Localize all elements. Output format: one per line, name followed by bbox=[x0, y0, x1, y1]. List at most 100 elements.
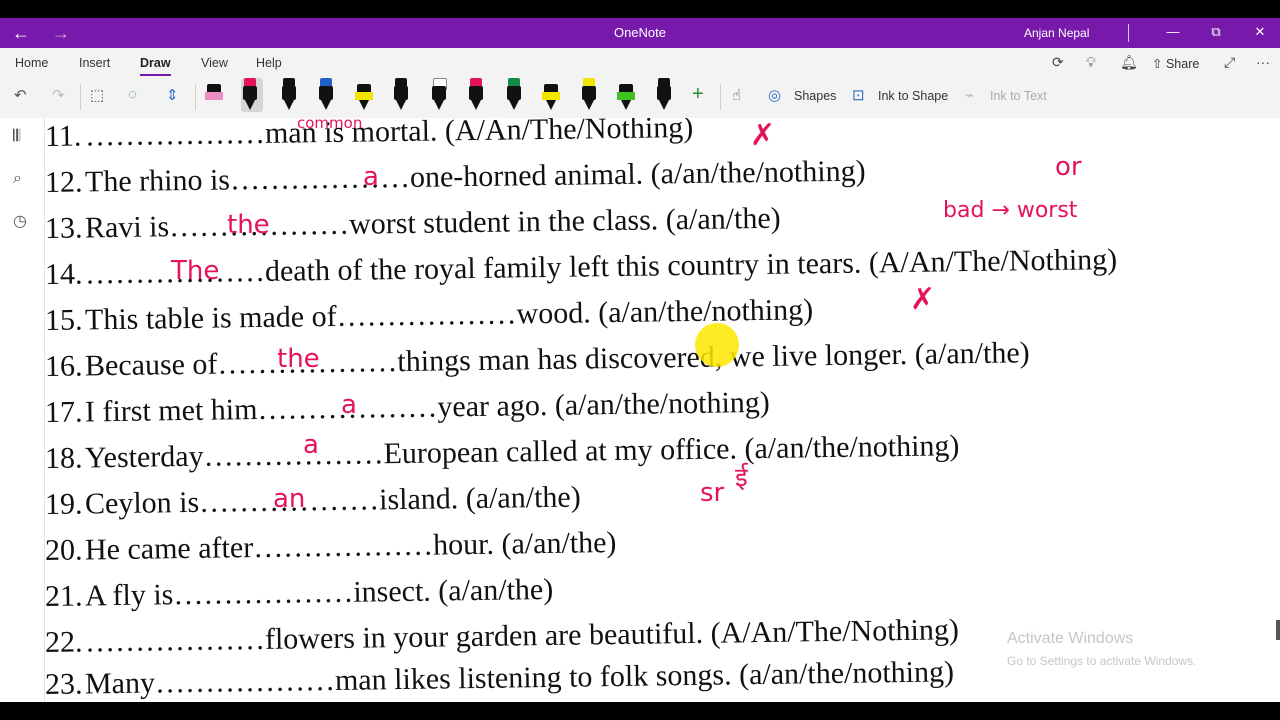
pen-tool-black[interactable] bbox=[280, 78, 298, 112]
add-pen-icon[interactable]: + bbox=[692, 83, 704, 106]
sync-icon[interactable]: ⟳ bbox=[1052, 54, 1064, 71]
insert-space-icon[interactable]: ⇕ bbox=[166, 86, 179, 104]
line-number: 12. bbox=[45, 165, 83, 199]
pen-tool-magenta[interactable] bbox=[467, 78, 485, 112]
expand-icon[interactable]: ⤢ bbox=[1224, 54, 1235, 71]
line-text: Because of………………things man has discovere… bbox=[84, 336, 1030, 383]
line-number: 18. bbox=[45, 441, 83, 475]
restore-button[interactable]: ⧉ bbox=[1206, 24, 1226, 40]
toolbar-separator bbox=[195, 84, 196, 110]
tab-help[interactable]: Help bbox=[256, 56, 282, 70]
touch-drawing-icon[interactable]: ☝︎ bbox=[732, 86, 741, 104]
tab-home[interactable]: Home bbox=[15, 56, 48, 70]
line-text: A fly is………………insect. (a/an/the) bbox=[84, 572, 554, 613]
shapes-icon[interactable]: ◎ bbox=[768, 86, 781, 104]
line-number: 15. bbox=[45, 303, 83, 337]
exercise-line-23: 23.Many………………man likes listening to folk… bbox=[45, 655, 954, 702]
ink-note-bad-worst: bad → worst bbox=[943, 198, 1078, 223]
activate-windows-subtitle: Go to Settings to activate Windows. bbox=[1007, 654, 1197, 668]
line-number: 22. bbox=[45, 625, 83, 659]
exercise-line-16: 16.Because of………………things man has discov… bbox=[45, 336, 1030, 384]
pointer-highlight bbox=[695, 323, 739, 367]
ink-answer-16: the bbox=[277, 344, 320, 374]
exercise-line-20: 20.He came after………………hour. (a/an/the) bbox=[45, 526, 617, 568]
user-name[interactable]: Anjan Nepal bbox=[1024, 26, 1089, 40]
exercise-line-12: 12.The rhino is………………one-horned animal. … bbox=[45, 155, 866, 200]
line-text: Ravi is………………worst student in the class.… bbox=[84, 201, 781, 245]
note-canvas[interactable]: 11. ………………man is mortal. (A/An/The/Nothin… bbox=[45, 118, 1280, 702]
shapes-button[interactable]: Shapes bbox=[794, 89, 836, 103]
close-button[interactable]: ✕ bbox=[1250, 24, 1270, 40]
tab-draw[interactable]: Draw bbox=[140, 56, 171, 76]
bottom-black-bar bbox=[0, 702, 1280, 720]
pen-tool-green[interactable] bbox=[505, 78, 523, 112]
ribbon-tabs: Home Insert Draw View Help ⟳ 💡︎ 🔔︎ ⇧ Sha… bbox=[0, 48, 1280, 76]
line-text: Ceylon is………………island. (a/an/the) bbox=[84, 480, 581, 521]
ink-to-shape-button[interactable]: Ink to Shape bbox=[878, 89, 948, 103]
exercise-line-19: 19.Ceylon is………………island. (a/an/the) bbox=[45, 481, 581, 522]
exercise-line-22: 22.………………flowers in your garden are beau… bbox=[45, 613, 959, 660]
lasso-select-icon[interactable]: ⬚ bbox=[90, 86, 104, 104]
line-number: 21. bbox=[45, 579, 83, 613]
pen-tool-blue[interactable] bbox=[317, 78, 335, 112]
redo-icon[interactable]: ↷ bbox=[52, 86, 65, 104]
top-black-bar bbox=[0, 0, 1280, 18]
ink-answer-12: a bbox=[363, 162, 379, 192]
search-icon[interactable]: ⌕ bbox=[13, 170, 22, 188]
line-number: 11. bbox=[45, 119, 82, 153]
draw-toolbar: ↶ ↷ ⬚ ◌ ⇕ + ☝︎ ◎ Shapes ⊡ Ink to Shape ⌁… bbox=[0, 76, 1280, 119]
line-text: Yesterday………………European called at my off… bbox=[84, 429, 960, 475]
ink-note-sr: sr bbox=[700, 478, 725, 508]
ink-to-text-button[interactable]: Ink to Text bbox=[990, 89, 1047, 103]
line-number: 20. bbox=[45, 533, 83, 567]
line-number: 17. bbox=[45, 395, 83, 429]
ink-note-hindi: ई bbox=[735, 463, 748, 493]
activate-windows-title: Activate Windows bbox=[1007, 630, 1134, 647]
toolbar-separator bbox=[80, 84, 81, 110]
bell-icon[interactable]: 🔔︎ bbox=[1120, 54, 1138, 71]
toolbar-separator bbox=[720, 84, 721, 110]
highlighter-tool[interactable] bbox=[205, 78, 223, 112]
line-text: The rhino is………………one-horned animal. (a/… bbox=[84, 154, 866, 199]
ink-to-shape-icon[interactable]: ⊡ bbox=[852, 86, 865, 104]
notebooks-icon[interactable]: 𝄃𝄃 bbox=[13, 128, 20, 146]
pen-tool-yellow[interactable] bbox=[580, 78, 598, 112]
ink-to-text-icon: ⌁ bbox=[965, 87, 975, 104]
highlighter-tool-yellow[interactable] bbox=[355, 78, 373, 112]
undo-icon[interactable]: ↶ bbox=[14, 86, 27, 104]
line-number: 14. bbox=[45, 257, 83, 291]
tab-insert[interactable]: Insert bbox=[79, 56, 110, 70]
ink-strike-mark: ✗ bbox=[910, 282, 936, 317]
tab-view[interactable]: View bbox=[201, 56, 228, 70]
line-number: 16. bbox=[45, 349, 83, 383]
line-number: 19. bbox=[45, 487, 83, 521]
highlighter-tool-green[interactable] bbox=[617, 78, 635, 112]
ink-answer-13: the bbox=[227, 210, 270, 240]
pen-tool-pink-selected[interactable] bbox=[241, 78, 263, 112]
exercise-line-21: 21.A fly is………………insect. (a/an/the) bbox=[45, 573, 553, 614]
highlighter-tool-yellow-2[interactable] bbox=[542, 78, 560, 112]
ink-strike-mark: ✗ bbox=[750, 118, 776, 153]
ink-note-common: common bbox=[297, 118, 363, 132]
exercise-line-17: 17.I first met him………………year ago. (a/an/… bbox=[45, 386, 770, 430]
more-options-button[interactable]: ··· bbox=[1256, 54, 1270, 70]
minimize-button[interactable]: — bbox=[1163, 24, 1183, 39]
pen-tool-white[interactable] bbox=[430, 78, 448, 112]
lightbulb-icon[interactable]: 💡︎ bbox=[1086, 54, 1096, 71]
pen-tool-galaxy[interactable] bbox=[392, 78, 410, 112]
left-sidebar: 𝄃𝄃 ⌕ ◷ bbox=[0, 118, 45, 702]
title-bar: ← → OneNote Anjan Nepal — ⧉ ✕ bbox=[0, 18, 1280, 48]
pen-tool-black-2[interactable] bbox=[655, 78, 673, 112]
exercise-line-18: 18.Yesterday………………European called at my … bbox=[45, 429, 960, 476]
ink-answer-17: a bbox=[341, 390, 357, 420]
share-icon: ⇧ bbox=[1152, 57, 1166, 71]
line-text: ………………flowers in your garden are beautif… bbox=[84, 613, 960, 659]
scrollbar-thumb[interactable] bbox=[1276, 620, 1280, 640]
titlebar-separator bbox=[1128, 24, 1129, 42]
exercise-line-13: 13.Ravi is………………worst student in the cla… bbox=[45, 202, 781, 246]
ink-answer-18: a bbox=[303, 430, 319, 460]
share-button[interactable]: ⇧ Share bbox=[1152, 56, 1199, 71]
eraser-icon[interactable]: ◌ bbox=[128, 86, 137, 103]
line-text: He came after………………hour. (a/an/the) bbox=[84, 526, 617, 567]
recent-clock-icon[interactable]: ◷ bbox=[13, 211, 27, 231]
